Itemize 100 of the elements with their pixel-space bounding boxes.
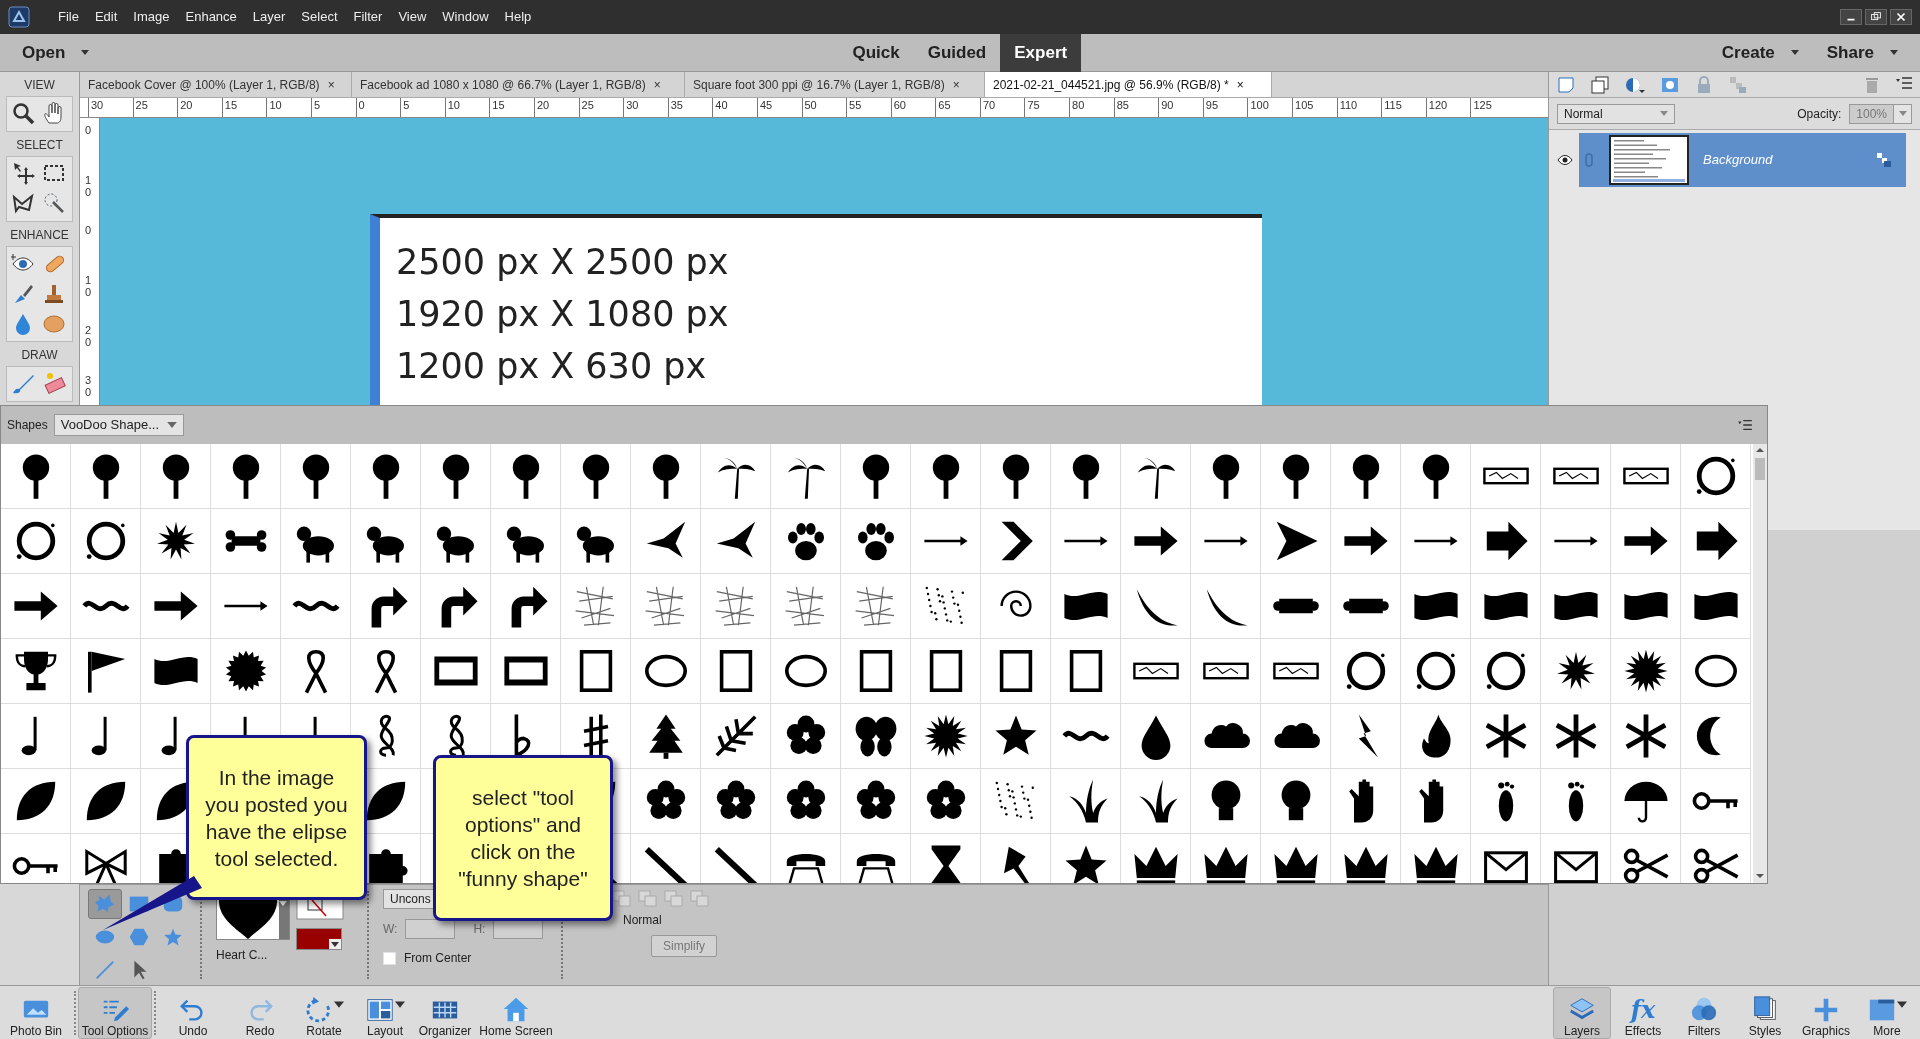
photobin-button[interactable]: Photo Bin — [0, 986, 72, 1039]
menu-item[interactable]: Select — [293, 7, 346, 27]
effects-icon: fx — [1630, 994, 1656, 1025]
menu-item[interactable]: Image — [125, 7, 178, 27]
section-title: VIEW — [23, 77, 56, 94]
panel-menu-icon[interactable] — [1896, 75, 1912, 90]
ruler-label: 105 — [1292, 98, 1337, 117]
caret-icon — [1890, 50, 1898, 55]
document-text: 1200 px X 630 px — [396, 345, 708, 388]
graphics-button[interactable]: Graphics — [1797, 986, 1855, 1039]
new-layer-icon[interactable] — [1557, 75, 1575, 94]
ruler-label: 10 — [85, 273, 92, 301]
redo-button[interactable]: Redo — [228, 986, 292, 1039]
ruler-label: 20 — [177, 98, 222, 117]
ruler-label: 10 — [444, 98, 490, 117]
ruler-label: 85 — [1113, 98, 1159, 117]
adjustment-layer-icon[interactable] — [1625, 75, 1645, 94]
lock-transparency-icon[interactable] — [1876, 152, 1892, 168]
ruler-label: 10 — [85, 173, 92, 201]
undo-button[interactable]: Undo — [158, 986, 228, 1039]
close-button[interactable]: × — [327, 75, 335, 94]
menu-item[interactable]: Enhance — [177, 7, 245, 27]
ruler-label: 75 — [1024, 98, 1070, 117]
opacity-label: Opacity: — [1797, 105, 1842, 123]
ruler-label: 125 — [1470, 98, 1515, 117]
path-operation-icon[interactable] — [611, 889, 633, 909]
height-field[interactable] — [493, 919, 544, 939]
section-title: DRAW — [20, 347, 59, 364]
ruler-label: 110 — [1336, 98, 1382, 117]
document-text: 2500 px X 2500 px — [396, 241, 730, 284]
ruler-label: 70 — [979, 98, 1025, 117]
ruler-label: 25 — [132, 98, 178, 117]
panel-label: Shapes — [7, 417, 48, 434]
ruler-label: 30 — [623, 98, 668, 117]
close-button[interactable]: × — [653, 75, 661, 94]
ruler-label: 55 — [846, 98, 891, 117]
ruler-label: 10 — [266, 98, 311, 117]
annotation-tooltip: select "tool options" and click on the "funny shape" — [433, 755, 613, 921]
width-field[interactable] — [405, 919, 456, 939]
menu-item[interactable]: File — [50, 7, 87, 27]
eye-icon[interactable] — [1557, 155, 1573, 165]
close-button[interactable]: × — [1236, 75, 1244, 94]
scrollbar[interactable] — [1753, 444, 1767, 883]
close-icon[interactable] — [1890, 9, 1912, 25]
panel-menu-icon[interactable] — [1737, 419, 1753, 431]
shape-name: Heart C... — [216, 947, 269, 964]
restore-icon[interactable] — [1865, 9, 1887, 25]
menu-button[interactable]: Create — [1707, 33, 1813, 72]
caret-icon — [167, 422, 177, 428]
filters-button[interactable]: Filters — [1675, 986, 1733, 1039]
line-icon — [93, 958, 117, 982]
menu-item[interactable]: Window — [434, 7, 497, 27]
ruler-label: 40 — [712, 98, 757, 117]
layout-button[interactable]: Layout — [356, 986, 414, 1039]
mode-tab[interactable]: Guided — [913, 33, 1001, 72]
ruler-label: 20 — [533, 98, 579, 117]
styles-button[interactable]: Styles — [1736, 986, 1794, 1039]
menu-item[interactable]: Help — [496, 7, 540, 27]
ruler-label: 90 — [1158, 98, 1203, 117]
blend-mode-dropdown[interactable]: Normal — [1557, 103, 1675, 124]
menu-button[interactable]: Share — [1812, 33, 1912, 72]
rotate-button[interactable]: Rotate — [292, 986, 356, 1039]
effects-button[interactable]: fx Effects — [1614, 986, 1672, 1039]
menu-item[interactable]: View — [390, 7, 435, 27]
ruler-label: 120 — [1425, 98, 1471, 117]
menu-item[interactable]: Filter — [345, 7, 391, 27]
open-button[interactable]: Open — [8, 33, 104, 72]
menu-item[interactable]: Edit — [86, 7, 126, 27]
ruler-label: 15 — [221, 98, 267, 117]
layers-button[interactable]: Layers — [1553, 986, 1611, 1039]
shape-library-dropdown[interactable]: VooDoo Shape... — [53, 414, 184, 436]
app-logo-icon[interactable] — [8, 6, 30, 28]
ruler-label: 0 — [355, 98, 401, 117]
ruler-label: 115 — [1381, 98, 1426, 117]
minimize-icon[interactable] — [1840, 9, 1862, 25]
more-button[interactable]: More — [1858, 986, 1916, 1039]
checkbox[interactable] — [383, 951, 396, 965]
ruler-label: 65 — [935, 98, 980, 117]
ruler-label: 30 — [88, 98, 133, 117]
ruler-label: 35 — [667, 98, 713, 117]
color-swatch[interactable] — [296, 928, 342, 950]
tooloptions-button[interactable]: Tool Options — [78, 986, 152, 1039]
mode-tab[interactable]: Expert — [1000, 33, 1082, 72]
caret-icon — [1660, 111, 1668, 116]
ruler-label: 30 — [85, 373, 92, 401]
document-text: 1920 px X 1080 px — [396, 293, 730, 336]
field-label: W: — [383, 921, 398, 938]
menu-item[interactable]: Layer — [244, 7, 294, 27]
organizer-button[interactable]: Organizer — [414, 986, 476, 1039]
document-tab[interactable]: 2021-02-21_044521.jpg @ 56.9% (RGB/8) * × — [985, 72, 1272, 97]
ruler-label: 5 — [310, 98, 356, 117]
home-button[interactable]: Home Screen — [476, 986, 556, 1039]
mode-tab[interactable]: Quick — [838, 33, 914, 72]
layer-mask-icon[interactable] — [1661, 75, 1679, 94]
close-button[interactable]: × — [952, 75, 960, 94]
section-title: ENHANCE — [9, 227, 70, 244]
caret-icon — [1898, 111, 1907, 116]
ruler-label: 25 — [578, 98, 624, 117]
ruler-label: 50 — [801, 98, 847, 117]
layer-group-icon[interactable] — [1591, 75, 1609, 94]
